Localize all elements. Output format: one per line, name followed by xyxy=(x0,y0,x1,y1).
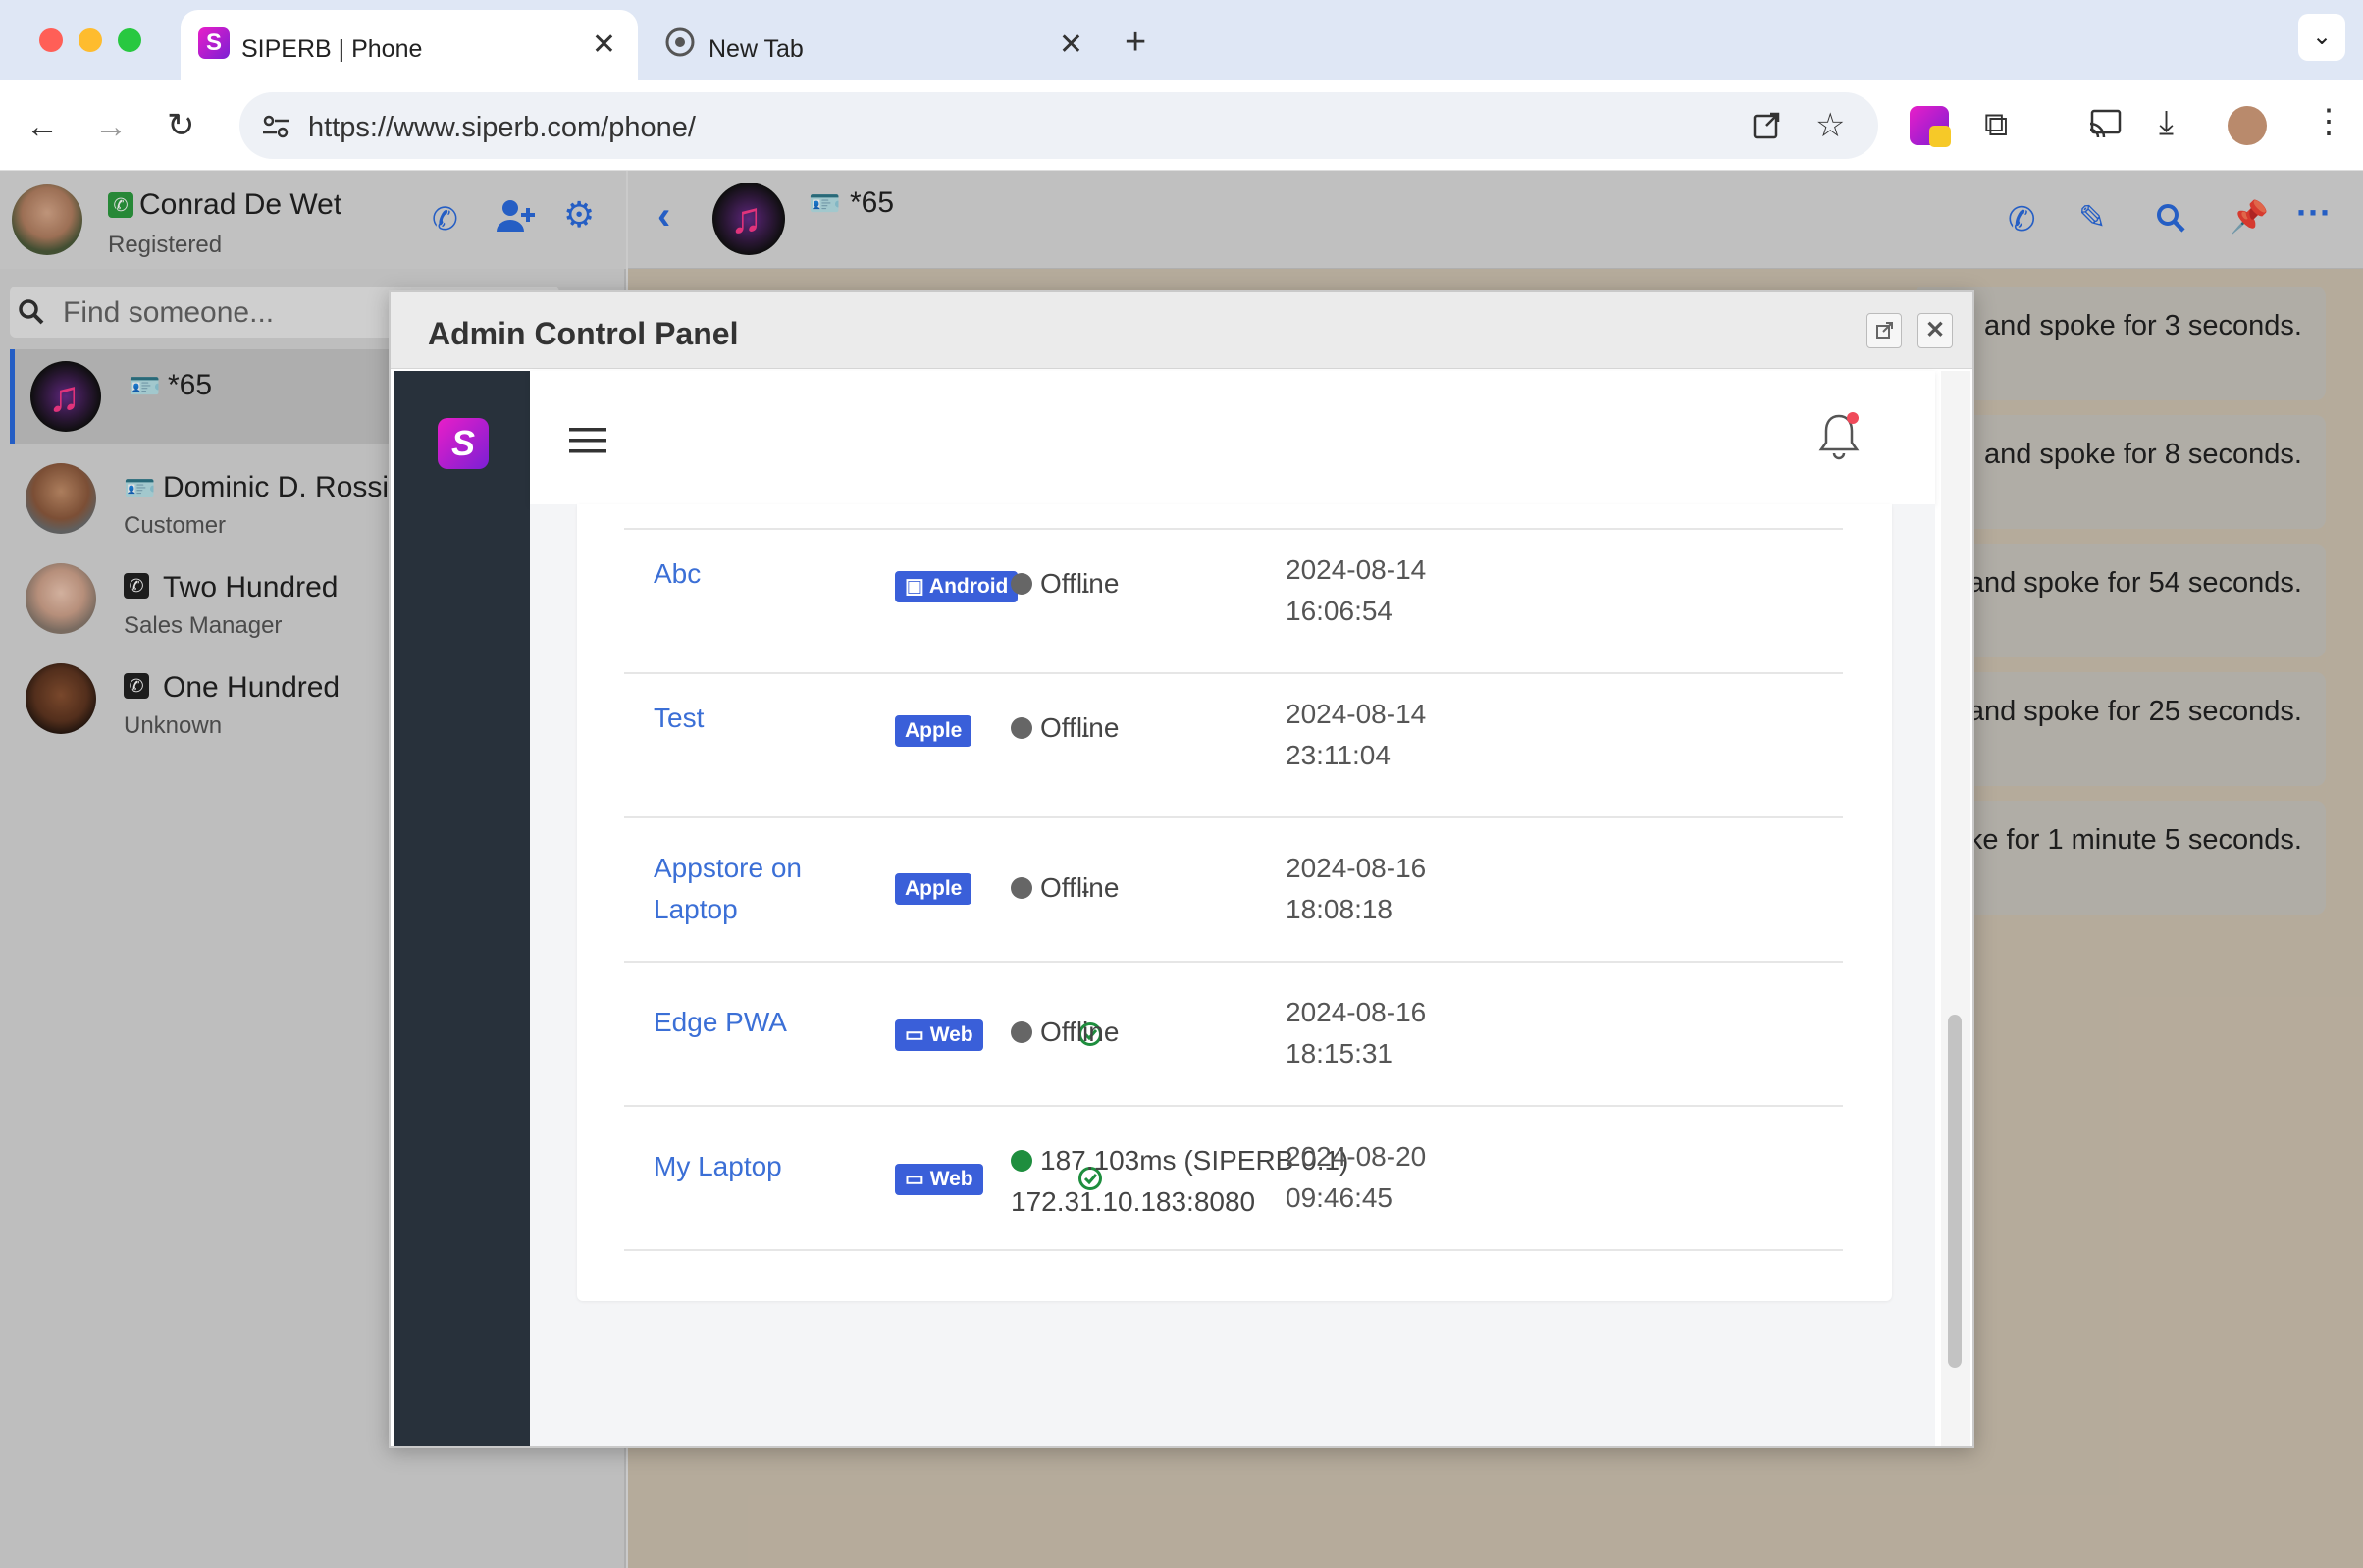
site-settings-icon[interactable] xyxy=(261,112,290,141)
device-name-link[interactable]: Abc xyxy=(654,553,701,595)
device-status: Offline xyxy=(1011,1012,1119,1053)
platform-badge: ▭ Web xyxy=(895,1164,983,1195)
notification-bell-icon[interactable] xyxy=(1817,410,1861,461)
modal-title: Admin Control Panel xyxy=(428,316,739,351)
hamburger-menu-icon[interactable] xyxy=(569,428,606,453)
bookmark-star-icon[interactable]: ☆ xyxy=(1815,106,1845,145)
modal-header: Admin Control Panel ✕ xyxy=(391,292,1972,369)
tab-new-tab[interactable]: New Tab ✕ xyxy=(648,10,1105,80)
table-row: Edge PWA ▭ Web Offline 2024-08-16 18:15:3… xyxy=(624,963,1843,1107)
reload-button[interactable]: ↻ xyxy=(167,106,195,145)
status-dot xyxy=(1011,1150,1032,1172)
platform-badge: Apple xyxy=(895,873,972,905)
chrome-icon xyxy=(665,27,695,57)
device-name-link[interactable]: Edge PWA xyxy=(654,1002,787,1043)
browser-tab-bar: S SIPERB | Phone ✕ New Tab ✕ + ⌄ xyxy=(0,0,2363,80)
table-row: Appstore on Laptop Apple - Offline 2024-0… xyxy=(624,818,1843,963)
tab-siperb-phone[interactable]: S SIPERB | Phone ✕ xyxy=(181,10,638,80)
monitor-icon: ▭ xyxy=(905,1023,930,1046)
chrome-menu-icon[interactable]: ⋮ xyxy=(2312,102,2345,141)
device-name-link[interactable]: My Laptop xyxy=(654,1146,782,1187)
minimize-window-button[interactable] xyxy=(79,28,102,52)
monitor-icon: ▭ xyxy=(905,1168,930,1190)
last-seen: 2024-08-20 09:46:45 xyxy=(1286,1141,1427,1213)
last-seen: 2024-08-16 18:08:18 xyxy=(1286,853,1427,924)
admin-control-panel-modal: Admin Control Panel ✕ S Abc ▣ Android - … xyxy=(389,290,1974,1448)
forward-button[interactable]: → xyxy=(94,108,128,146)
admin-sidebar: S xyxy=(394,371,530,1446)
close-window-button[interactable] xyxy=(39,28,63,52)
status-dot xyxy=(1011,1021,1032,1043)
siperb-logo-icon: S xyxy=(198,27,230,59)
new-tab-button[interactable]: + xyxy=(1125,22,1146,64)
tab-title: SIPERB | Phone xyxy=(241,35,423,63)
device-status: Offline xyxy=(1011,563,1119,604)
url-text: https://www.siperb.com/phone/ xyxy=(308,112,696,143)
tab-close-icon[interactable]: ✕ xyxy=(1059,27,1083,62)
siperb-logo-icon[interactable]: S xyxy=(438,418,489,469)
back-button[interactable]: ← xyxy=(26,108,59,146)
browser-toolbar: ← → ↻ https://www.siperb.com/phone/ ☆ ⧉ … xyxy=(0,80,2363,171)
table-row: Test Apple - Offline 2024-08-14 23:11:04 xyxy=(624,674,1843,818)
admin-top-nav xyxy=(530,371,1935,504)
tab-search-button[interactable]: ⌄ xyxy=(2298,14,2345,61)
table-row: My Laptop ▭ Web 187.103ms (SIPERB 0.1) 17… xyxy=(624,1107,1843,1251)
close-modal-button[interactable]: ✕ xyxy=(1917,313,1953,348)
android-icon: ▣ xyxy=(905,575,929,598)
table-row: Abc ▣ Android - Offline 2024-08-14 16:06:… xyxy=(624,530,1843,674)
popout-button[interactable] xyxy=(1866,313,1902,348)
device-name-link[interactable]: Appstore on Laptop xyxy=(654,848,802,930)
tab-close-icon[interactable]: ✕ xyxy=(592,27,616,62)
last-seen: 2024-08-16 18:15:31 xyxy=(1286,997,1427,1069)
tab-title: New Tab xyxy=(709,35,804,63)
devices-table-card: Abc ▣ Android - Offline 2024-08-14 16:06:… xyxy=(577,504,1892,1301)
device-name-link[interactable]: Test xyxy=(654,698,704,739)
status-dot xyxy=(1011,717,1032,739)
open-in-app-icon[interactable] xyxy=(1751,110,1782,141)
admin-content: Abc ▣ Android - Offline 2024-08-14 16:06:… xyxy=(530,504,1935,1446)
device-status: Offline xyxy=(1011,707,1119,749)
cast-icon[interactable] xyxy=(2088,108,2124,139)
status-dot xyxy=(1011,877,1032,899)
platform-badge: Apple xyxy=(895,715,972,747)
extensions-puzzle-icon[interactable]: ⧉ xyxy=(1984,106,2008,144)
platform-badge: ▭ Web xyxy=(895,1019,983,1051)
address-bar[interactable]: https://www.siperb.com/phone/ ☆ xyxy=(239,92,1878,159)
device-status: Offline xyxy=(1011,867,1119,909)
platform-badge: ▣ Android xyxy=(895,571,1019,602)
siperb-extension-icon[interactable] xyxy=(1910,106,1951,147)
profile-avatar[interactable] xyxy=(2228,106,2267,145)
scrollbar-thumb[interactable] xyxy=(1948,1015,1962,1368)
last-seen: 2024-08-14 16:06:54 xyxy=(1286,554,1427,626)
status-dot xyxy=(1011,573,1032,595)
maximize-window-button[interactable] xyxy=(118,28,141,52)
last-seen: 2024-08-14 23:11:04 xyxy=(1286,699,1427,770)
download-icon[interactable]: ⤓ xyxy=(2159,104,2174,142)
